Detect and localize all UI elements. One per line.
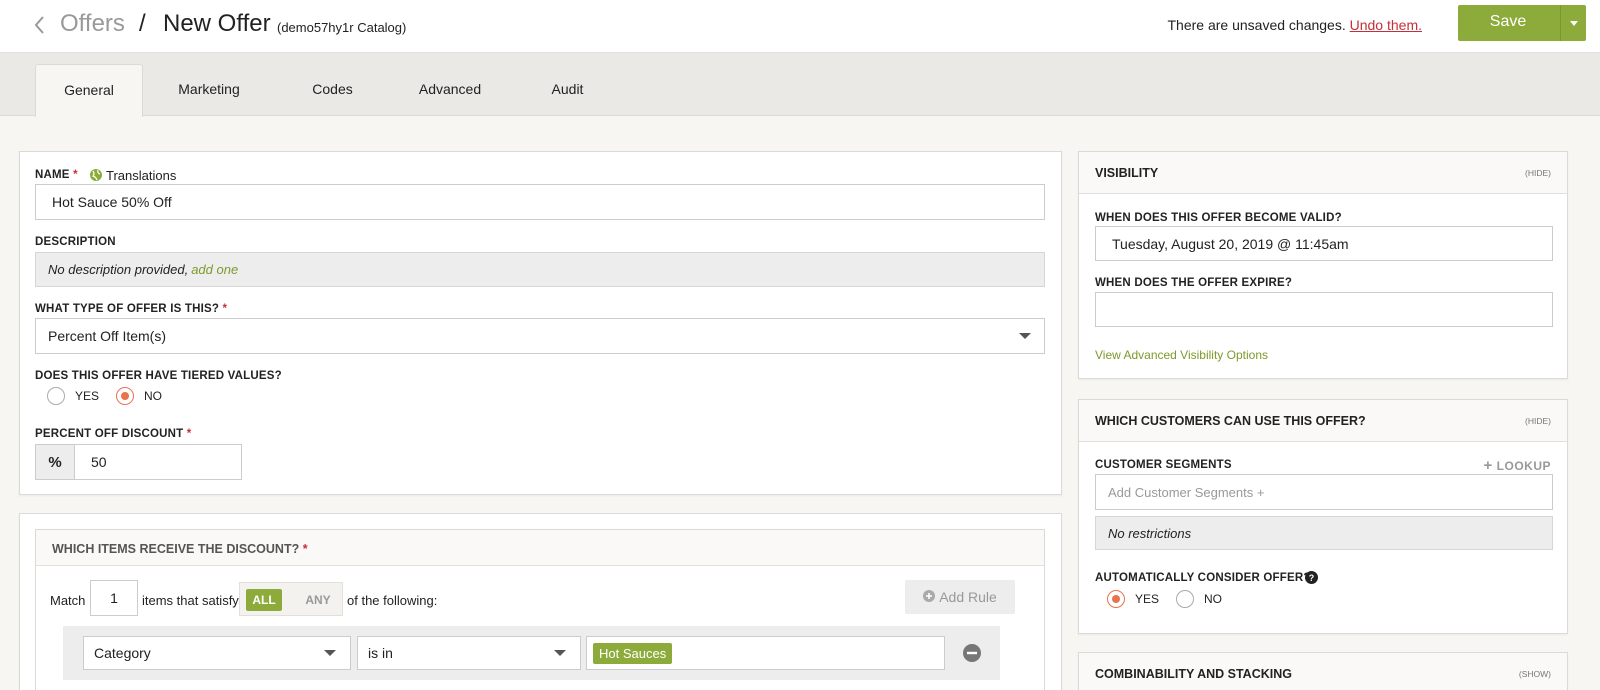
customer-segments-label: CUSTOMER SEGMENTS	[1095, 459, 1232, 471]
visibility-card: VISIBILITY (HIDE) WHEN DOES THIS OFFER B…	[1078, 151, 1568, 379]
save-options-caret-icon[interactable]	[1560, 5, 1586, 41]
dropdown-arrow-icon	[554, 650, 566, 656]
match-mode-toggle: ALL ANY	[239, 582, 343, 616]
rule-row: Category is in Hot Sauces	[63, 626, 1000, 680]
auto-consider-label: AUTOMATICALLY CONSIDER OFFER?	[1095, 572, 1311, 584]
customers-hide-toggle[interactable]: (HIDE)	[1525, 416, 1551, 426]
combinability-card: COMBINABILITY AND STACKING (SHOW)	[1078, 652, 1568, 690]
catalog-name: (demo57hy1r Catalog)	[277, 20, 407, 35]
remove-rule-icon[interactable]	[963, 644, 981, 667]
plus-icon: +	[1483, 457, 1493, 474]
plus-circle-icon	[923, 589, 936, 605]
auto-no-label: NO	[1204, 592, 1222, 606]
combinability-title: COMBINABILITY AND STACKING	[1095, 667, 1292, 681]
offer-type-label: WHAT TYPE OF OFFER IS THIS? *	[35, 303, 228, 315]
tiered-yes-radio[interactable]	[47, 387, 65, 405]
expire-date-input[interactable]	[1095, 292, 1553, 327]
percent-off-input[interactable]: 50	[74, 444, 242, 480]
rule-value-tag[interactable]: Hot Sauces	[593, 642, 673, 664]
match-count-input[interactable]: 1	[90, 580, 138, 616]
tiered-no-label: NO	[144, 389, 162, 403]
dropdown-arrow-icon	[324, 650, 336, 656]
valid-date-label: WHEN DOES THIS OFFER BECOME VALID?	[1095, 212, 1342, 224]
percent-symbol: %	[35, 444, 75, 480]
tiered-yes-label: YES	[75, 389, 100, 403]
customers-title: WHICH CUSTOMERS CAN USE THIS OFFER?	[1095, 414, 1366, 428]
items-discount-card: WHICH ITEMS RECEIVE THE DISCOUNT? * Matc…	[19, 513, 1062, 690]
rule-operator-select[interactable]: is in	[357, 636, 581, 670]
top-header: Offers / New Offer (demo57hy1r Catalog) …	[0, 0, 1600, 53]
customer-segments-input[interactable]: Add Customer Segments +	[1095, 474, 1553, 510]
add-rule-button[interactable]: Add Rule	[905, 580, 1015, 614]
name-label: NAME *	[35, 169, 78, 181]
offer-type-select[interactable]: Percent Off Item(s)	[35, 318, 1045, 354]
unsaved-changes-notice: There are unsaved changes. Undo them.	[1168, 17, 1423, 33]
help-icon[interactable]: ?	[1305, 571, 1318, 589]
auto-yes-label: YES	[1135, 592, 1160, 606]
name-input[interactable]: Hot Sauce 50% Off	[35, 184, 1045, 220]
breadcrumb-separator: /	[139, 10, 146, 37]
tab-advanced[interactable]: Advanced	[400, 64, 500, 117]
no-restrictions-field: No restrictions	[1095, 516, 1553, 550]
description-label: DESCRIPTION	[35, 236, 116, 248]
valid-date-input[interactable]: Tuesday, August 20, 2019 @ 11:45am	[1095, 226, 1553, 261]
combinability-show-toggle[interactable]: (SHOW)	[1519, 669, 1551, 679]
add-description-link[interactable]: add one	[191, 262, 238, 277]
visibility-hide-toggle[interactable]: (HIDE)	[1525, 168, 1551, 178]
unsaved-text: There are unsaved changes.	[1167, 17, 1346, 33]
breadcrumb-offers-link[interactable]: Offers	[60, 10, 125, 38]
tiered-values-label: DOES THIS OFFER HAVE TIERED VALUES?	[35, 370, 282, 382]
items-panel-header: WHICH ITEMS RECEIVE THE DISCOUNT? *	[36, 530, 1044, 566]
general-card: NAME * Translations Hot Sauce 50% Off DE…	[19, 151, 1062, 495]
save-button[interactable]: Save	[1458, 5, 1586, 41]
page-title: New Offer	[163, 10, 271, 37]
auto-no-radio[interactable]	[1176, 590, 1194, 608]
match-any-button[interactable]: ANY	[298, 589, 338, 611]
items-panel: WHICH ITEMS RECEIVE THE DISCOUNT? * Matc…	[35, 529, 1045, 690]
save-button-label[interactable]: Save	[1458, 5, 1558, 39]
rule-value-input[interactable]: Hot Sauces	[586, 636, 945, 670]
dropdown-arrow-icon	[1019, 333, 1031, 339]
description-empty-text: No description provided,	[48, 262, 189, 277]
offer-type-value: Percent Off Item(s)	[48, 328, 166, 344]
match-all-button[interactable]: ALL	[246, 589, 282, 611]
match-label: Match	[50, 593, 86, 608]
translations-link[interactable]: Translations	[106, 168, 176, 183]
tab-marketing[interactable]: Marketing	[164, 64, 254, 117]
visibility-title: VISIBILITY	[1095, 166, 1159, 180]
rule-field-select[interactable]: Category	[83, 636, 351, 670]
percent-off-label: PERCENT OFF DISCOUNT *	[35, 428, 192, 440]
add-rule-label: Add Rule	[939, 589, 997, 605]
satisfy-label: items that satisfy	[142, 593, 239, 608]
back-chevron-icon[interactable]	[32, 13, 50, 37]
rule-operator-value: is in	[368, 645, 393, 661]
tab-audit[interactable]: Audit	[525, 64, 610, 117]
svg-text:?: ?	[1309, 573, 1315, 583]
expire-date-label: WHEN DOES THE OFFER EXPIRE?	[1095, 277, 1293, 289]
customers-header: WHICH CUSTOMERS CAN USE THIS OFFER? (HID…	[1079, 400, 1567, 442]
tiered-no-radio[interactable]	[116, 387, 134, 405]
description-field[interactable]: No description provided, add one	[35, 252, 1045, 287]
auto-yes-radio[interactable]	[1107, 590, 1125, 608]
customers-card: WHICH CUSTOMERS CAN USE THIS OFFER? (HID…	[1078, 399, 1568, 634]
rule-field-value: Category	[94, 645, 151, 661]
lookup-label: LOOKUP	[1496, 459, 1551, 473]
items-panel-title: WHICH ITEMS RECEIVE THE DISCOUNT? *	[52, 542, 308, 556]
following-label: of the following:	[347, 593, 438, 608]
advanced-visibility-link[interactable]: View Advanced Visibility Options	[1095, 348, 1268, 362]
tab-codes[interactable]: Codes	[290, 64, 375, 117]
combinability-header: COMBINABILITY AND STACKING (SHOW)	[1079, 653, 1567, 690]
undo-link[interactable]: Undo them.	[1350, 17, 1422, 33]
lookup-button[interactable]: + LOOKUP	[1484, 457, 1551, 474]
tab-general[interactable]: General	[35, 64, 143, 117]
visibility-header: VISIBILITY (HIDE)	[1079, 152, 1567, 194]
tab-bar: General Marketing Codes Advanced Audit	[0, 53, 1600, 117]
